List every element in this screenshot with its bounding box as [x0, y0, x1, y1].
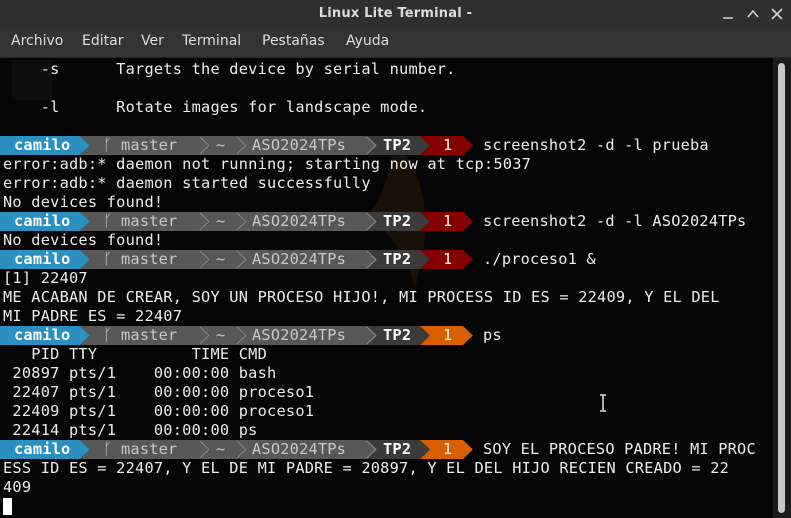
output-line: [1] 22407 [3, 269, 88, 287]
minimize-icon[interactable] [719, 5, 737, 23]
prompt-home: ~ [216, 440, 226, 458]
ps-row: 22409 pts/1 00:00:00 proceso1 [3, 402, 315, 420]
ps-row: 20897 pts/1 00:00:00 bash [3, 364, 277, 382]
command-text: screenshot2 -d -l ASO2024TPs [483, 212, 747, 230]
command-text: SOY EL PROCESO PADRE! MI PROC [483, 440, 756, 458]
menu-bar: Archivo Editar Ver Terminal Pestañas Ayu… [0, 28, 791, 58]
help-line-s: -s Targets the device by serial number. [3, 60, 456, 78]
output-line: 409 [3, 478, 32, 496]
scrollbar-thumb[interactable] [778, 63, 785, 513]
prompt-repo: ASO2024TPs [252, 136, 347, 154]
prompt-user: camilo [14, 136, 71, 154]
maximize-icon[interactable] [744, 5, 762, 23]
ps-row: 22414 pts/1 00:00:00 ps [3, 421, 258, 439]
scrollbar[interactable] [773, 58, 791, 518]
prompt-status-code: 1 [443, 440, 453, 458]
ps-row: 22407 pts/1 00:00:00 proceso1 [3, 383, 315, 401]
title-bar[interactable]: Linux Lite Terminal - [0, 0, 791, 28]
prompt-repo: ASO2024TPs [252, 326, 347, 344]
prompt-dir: TP2 [383, 440, 412, 458]
command-text: screenshot2 -d -l prueba [483, 136, 709, 154]
prompt-home: ~ [216, 326, 226, 344]
prompt-dir: TP2 [383, 326, 412, 344]
prompt-repo: ASO2024TPs [252, 250, 347, 268]
menu-terminal[interactable]: Terminal [182, 33, 241, 49]
prompt-home: ~ [216, 136, 226, 154]
prompt-line: camilo ᚴ master ~ ASO2024TPs TP2 1 ./pro… [0, 250, 773, 269]
prompt-status-code: 1 [443, 212, 453, 230]
terminal-area[interactable]: -s Targets the device by serial number. … [0, 58, 773, 518]
prompt-dir: TP2 [383, 136, 412, 154]
ibeam-cursor-icon [600, 394, 606, 412]
prompt-user: camilo [14, 326, 71, 344]
branch-icon: ᚴ [103, 212, 113, 230]
close-icon[interactable] [768, 5, 786, 23]
prompt-status-code: 1 [443, 326, 453, 344]
menu-ver[interactable]: Ver [141, 33, 164, 49]
output-line: error:adb:* daemon not running; starting… [3, 155, 532, 173]
output-line: ESS ID ES = 22407, Y EL DE MI PADRE = 20… [3, 459, 730, 477]
prompt-user: camilo [14, 212, 71, 230]
terminal-window: Linux Lite Terminal - Archivo Editar Ver… [0, 0, 791, 518]
command-text: ./proceso1 & [483, 250, 596, 268]
prompt-line: camilo ᚴ master ~ ASO2024TPs TP2 1 SOY E… [0, 440, 773, 459]
output-line: No devices found! [3, 193, 164, 211]
branch-icon: ᚴ [103, 250, 113, 268]
prompt-home: ~ [216, 212, 226, 230]
branch-icon: ᚴ [103, 326, 113, 344]
text-cursor [3, 498, 12, 515]
branch-icon: ᚴ [103, 136, 113, 154]
prompt-line: camilo ᚴ master ~ ASO2024TPs TP2 1 scree… [0, 212, 773, 231]
prompt-branch: master [121, 326, 178, 344]
branch-icon: ᚴ [103, 440, 113, 458]
prompt-status-code: 1 [443, 136, 453, 154]
prompt-repo: ASO2024TPs [252, 212, 347, 230]
output-line: error:adb:* daemon started successfully [3, 174, 371, 192]
ps-header: PID TTY TIME CMD [3, 345, 268, 363]
prompt-repo: ASO2024TPs [252, 440, 347, 458]
window-title: Linux Lite Terminal - [318, 6, 473, 21]
prompt-dir: TP2 [383, 250, 412, 268]
prompt-user: camilo [14, 250, 71, 268]
menu-editar[interactable]: Editar [82, 33, 123, 49]
output-line: ME ACABAN DE CREAR, SOY UN PROCESO HIJO!… [3, 288, 720, 306]
prompt-status-code: 1 [443, 250, 453, 268]
prompt-branch: master [121, 212, 178, 230]
menu-ayuda[interactable]: Ayuda [346, 33, 389, 49]
prompt-dir: TP2 [383, 212, 412, 230]
prompt-line: camilo ᚴ master ~ ASO2024TPs TP2 1 scree… [0, 136, 773, 155]
help-line-l: -l Rotate images for landscape mode. [3, 98, 428, 116]
prompt-branch: master [121, 250, 178, 268]
prompt-user: camilo [14, 440, 71, 458]
prompt-home: ~ [216, 250, 226, 268]
menu-archivo[interactable]: Archivo [11, 33, 63, 49]
prompt-line: camilo ᚴ master ~ ASO2024TPs TP2 1 ps [0, 326, 773, 345]
prompt-branch: master [121, 136, 178, 154]
output-line: No devices found! [3, 231, 164, 249]
menu-pestanas[interactable]: Pestañas [262, 33, 325, 49]
prompt-branch: master [121, 440, 178, 458]
output-line: MI PADRE ES = 22407 [3, 307, 183, 325]
command-text: ps [483, 326, 502, 344]
